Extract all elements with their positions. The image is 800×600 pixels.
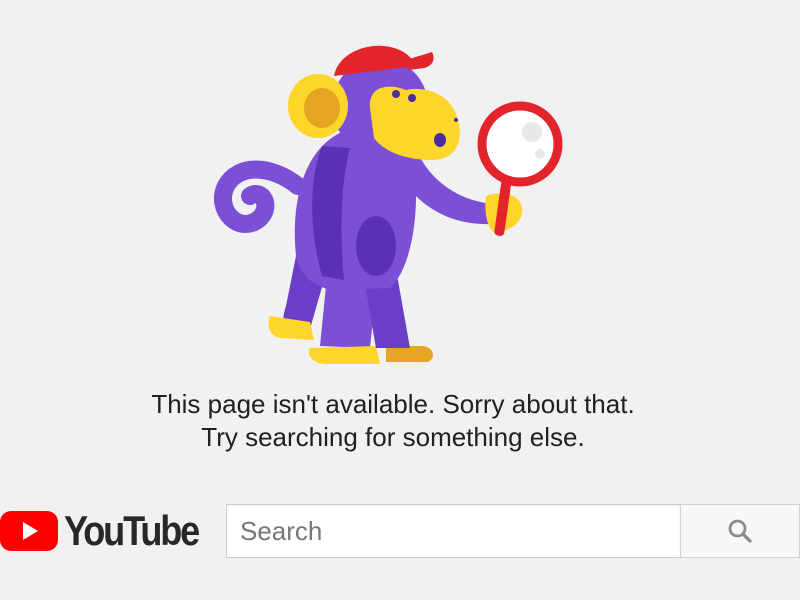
error-message-line-2: Try searching for something else. <box>201 422 585 452</box>
monkey-with-magnifying-glass-icon <box>214 45 563 364</box>
search-input[interactable] <box>226 504 680 558</box>
search-form <box>226 504 800 558</box>
error-page: This page isn't available. Sorry about t… <box>0 0 800 600</box>
youtube-wordmark: YouTube <box>64 507 200 554</box>
error-message-line-1: This page isn't available. Sorry about t… <box>151 389 635 419</box>
search-button[interactable] <box>680 504 800 558</box>
search-icon <box>728 519 752 543</box>
youtube-logo[interactable]: YouTube <box>0 504 214 558</box>
youtube-play-icon <box>0 511 58 551</box>
error-message: This page isn't available. Sorry about t… <box>0 388 786 454</box>
